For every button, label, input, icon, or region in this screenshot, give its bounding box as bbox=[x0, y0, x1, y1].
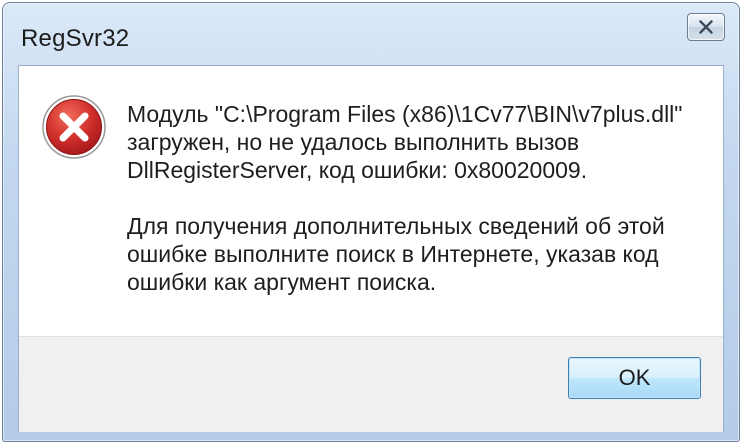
message-line-2: загружен, но не удалось выполнить вызов bbox=[127, 129, 580, 155]
ok-button[interactable]: OK bbox=[568, 357, 701, 399]
close-button[interactable] bbox=[687, 13, 725, 41]
message-line-3: DllRegisterServer, код ошибки: 0x8002000… bbox=[127, 157, 588, 183]
error-icon bbox=[42, 95, 106, 159]
message-line-1: Модуль "C:\Program Files (x86)\1Cv77\BIN… bbox=[127, 101, 683, 127]
window-title: RegSvr32 bbox=[21, 25, 130, 52]
dialog-client-area: Модуль "C:\Program Files (x86)\1Cv77\BIN… bbox=[18, 65, 724, 432]
error-message: Модуль "C:\Program Files (x86)\1Cv77\BIN… bbox=[127, 100, 717, 296]
message-line-6: ошибки как аргумент поиска. bbox=[127, 269, 437, 295]
message-area: Модуль "C:\Program Files (x86)\1Cv77\BIN… bbox=[19, 66, 723, 336]
error-details: Модуль "C:\Program Files (x86)\1Cv77\BIN… bbox=[127, 100, 717, 184]
title-bar[interactable]: RegSvr32 bbox=[3, 3, 739, 63]
dialog-window: RegSvr32 Модуль "C:\Program Files (x86)\… bbox=[2, 2, 740, 442]
message-line-4: Для получения дополнительных сведений об… bbox=[127, 213, 665, 239]
error-hint: Для получения дополнительных сведений об… bbox=[127, 212, 717, 296]
button-bar: OK bbox=[19, 336, 723, 432]
close-icon bbox=[699, 20, 713, 34]
message-line-5: ошибке выполните поиск в Интернете, указ… bbox=[127, 241, 659, 267]
